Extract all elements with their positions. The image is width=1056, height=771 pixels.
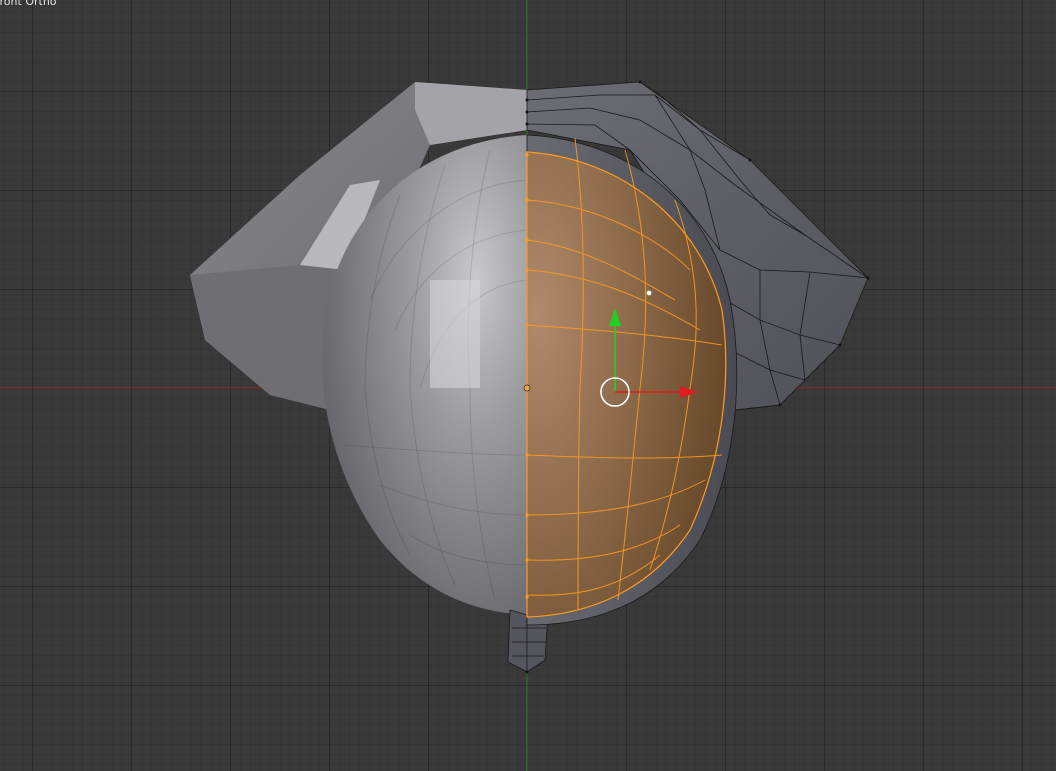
head-left-highlight — [430, 280, 480, 388]
left-ear-top — [415, 82, 527, 145]
monkey-head-model[interactable] — [190, 80, 870, 674]
viewport-scene — [0, 0, 1056, 771]
3d-viewport[interactable]: Front Ortho — [0, 0, 1056, 771]
object-origin[interactable] — [523, 384, 531, 392]
